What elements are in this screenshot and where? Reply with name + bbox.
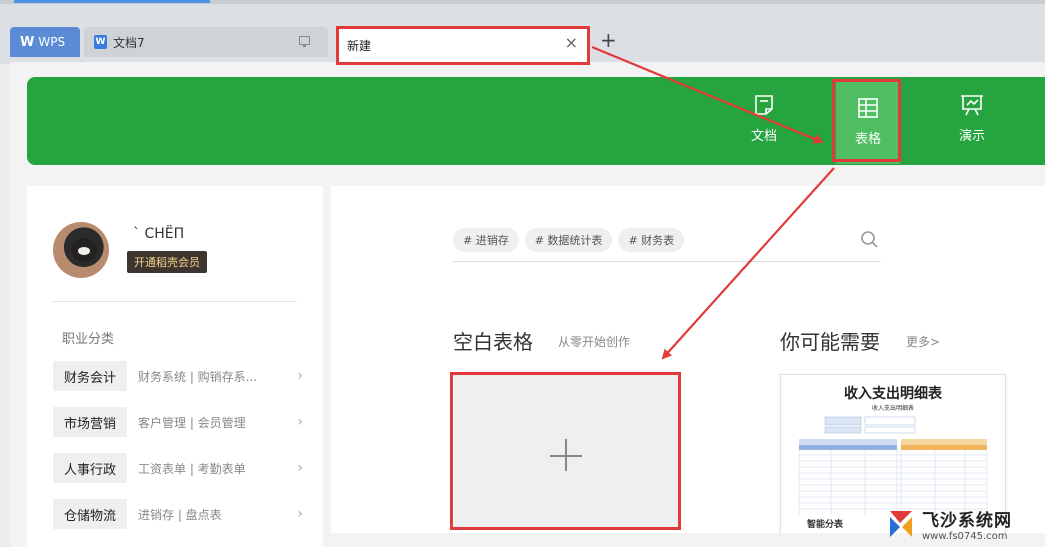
- search-chip[interactable]: # 财务表: [618, 228, 685, 252]
- category-subitems[interactable]: 进销存 | 盘点表: [138, 506, 297, 523]
- category-row-hr[interactable]: 人事行政 工资表单 | 考勤表单 ›: [53, 453, 303, 483]
- tab-wps-home[interactable]: W WPS: [10, 27, 80, 57]
- avatar-face: [71, 238, 97, 262]
- chevron-right-icon[interactable]: ›: [297, 460, 303, 476]
- writer-doc-icon: W: [94, 35, 107, 49]
- highlight-blank-spreadsheet: [450, 372, 681, 530]
- search-chip[interactable]: # 进销存: [453, 228, 519, 252]
- category-tag[interactable]: 财务会计: [53, 361, 127, 391]
- site-watermark: 飞沙系统网 www.fs0745.com: [886, 500, 1045, 547]
- tab-document-label: 文档7: [113, 35, 145, 50]
- category-tag[interactable]: 人事行政: [53, 453, 127, 483]
- divider: [53, 301, 297, 302]
- search-input[interactable]: [453, 261, 881, 262]
- chevron-right-icon[interactable]: ›: [297, 506, 303, 522]
- search-icon[interactable]: [860, 230, 880, 250]
- category-subitems[interactable]: 财务系统 | 购销存系...: [138, 368, 297, 385]
- category-subitems[interactable]: 工资表单 | 考勤表单: [138, 460, 297, 477]
- nav-document[interactable]: 文档: [732, 77, 796, 161]
- recommend-section-title: 你可能需要: [780, 330, 880, 354]
- blank-section-subtitle: 从零开始创作: [558, 335, 631, 349]
- tab-wps-label: WPS: [38, 35, 66, 49]
- chevron-right-icon[interactable]: ›: [297, 414, 303, 430]
- category-subitems[interactable]: 客户管理 | 会员管理: [138, 414, 297, 431]
- user-sidebar: ` CHЁП 开通稻壳会员 职业分类 财务会计 财务系统 | 购销存系... ›…: [27, 186, 323, 547]
- active-window-accent: [14, 0, 210, 3]
- template-label: 智能分表: [807, 520, 844, 530]
- template-title: 收入支出明细表: [844, 386, 942, 402]
- watermark-name: 飞沙系统网: [922, 510, 1012, 531]
- category-row-logistics[interactable]: 仓储物流 进销存 | 盘点表 ›: [53, 499, 303, 529]
- avatar[interactable]: [53, 222, 109, 278]
- search-chips: # 进销存 # 数据统计表 # 财务表: [453, 228, 690, 252]
- username: ` CHЁП: [133, 226, 185, 242]
- monitor-icon[interactable]: [299, 36, 310, 47]
- chevron-right-icon[interactable]: ›: [297, 368, 303, 384]
- watermark-logo-icon: [890, 510, 912, 537]
- nav-document-label: 文档: [750, 129, 777, 144]
- category-tag[interactable]: 仓储物流: [53, 499, 127, 529]
- category-row-finance[interactable]: 财务会计 财务系统 | 购销存系... ›: [53, 361, 303, 391]
- category-tag[interactable]: 市场营销: [53, 407, 127, 437]
- add-tab-button[interactable]: +: [600, 30, 617, 50]
- highlight-spreadsheet: [832, 79, 901, 162]
- more-link[interactable]: 更多>: [906, 333, 940, 350]
- nav-presentation-label: 演示: [958, 129, 985, 144]
- highlight-new-tab: [336, 26, 590, 65]
- vip-membership-button[interactable]: 开通稻壳会员: [127, 251, 207, 273]
- watermark-url: www.fs0745.com: [922, 530, 1008, 542]
- search-chip[interactable]: # 数据统计表: [524, 228, 613, 252]
- template-subtitle: 收入支出明细表: [871, 405, 914, 412]
- blank-section-title: 空白表格: [453, 330, 533, 354]
- nav-presentation[interactable]: 演示: [940, 77, 1004, 161]
- category-heading: 职业分类: [62, 332, 115, 347]
- presentation-icon: [961, 95, 983, 116]
- tab-document[interactable]: W 文档7: [84, 27, 328, 57]
- category-row-marketing[interactable]: 市场营销 客户管理 | 会员管理 ›: [53, 407, 303, 437]
- document-icon: [755, 95, 773, 115]
- wps-logo-icon: W: [20, 34, 35, 50]
